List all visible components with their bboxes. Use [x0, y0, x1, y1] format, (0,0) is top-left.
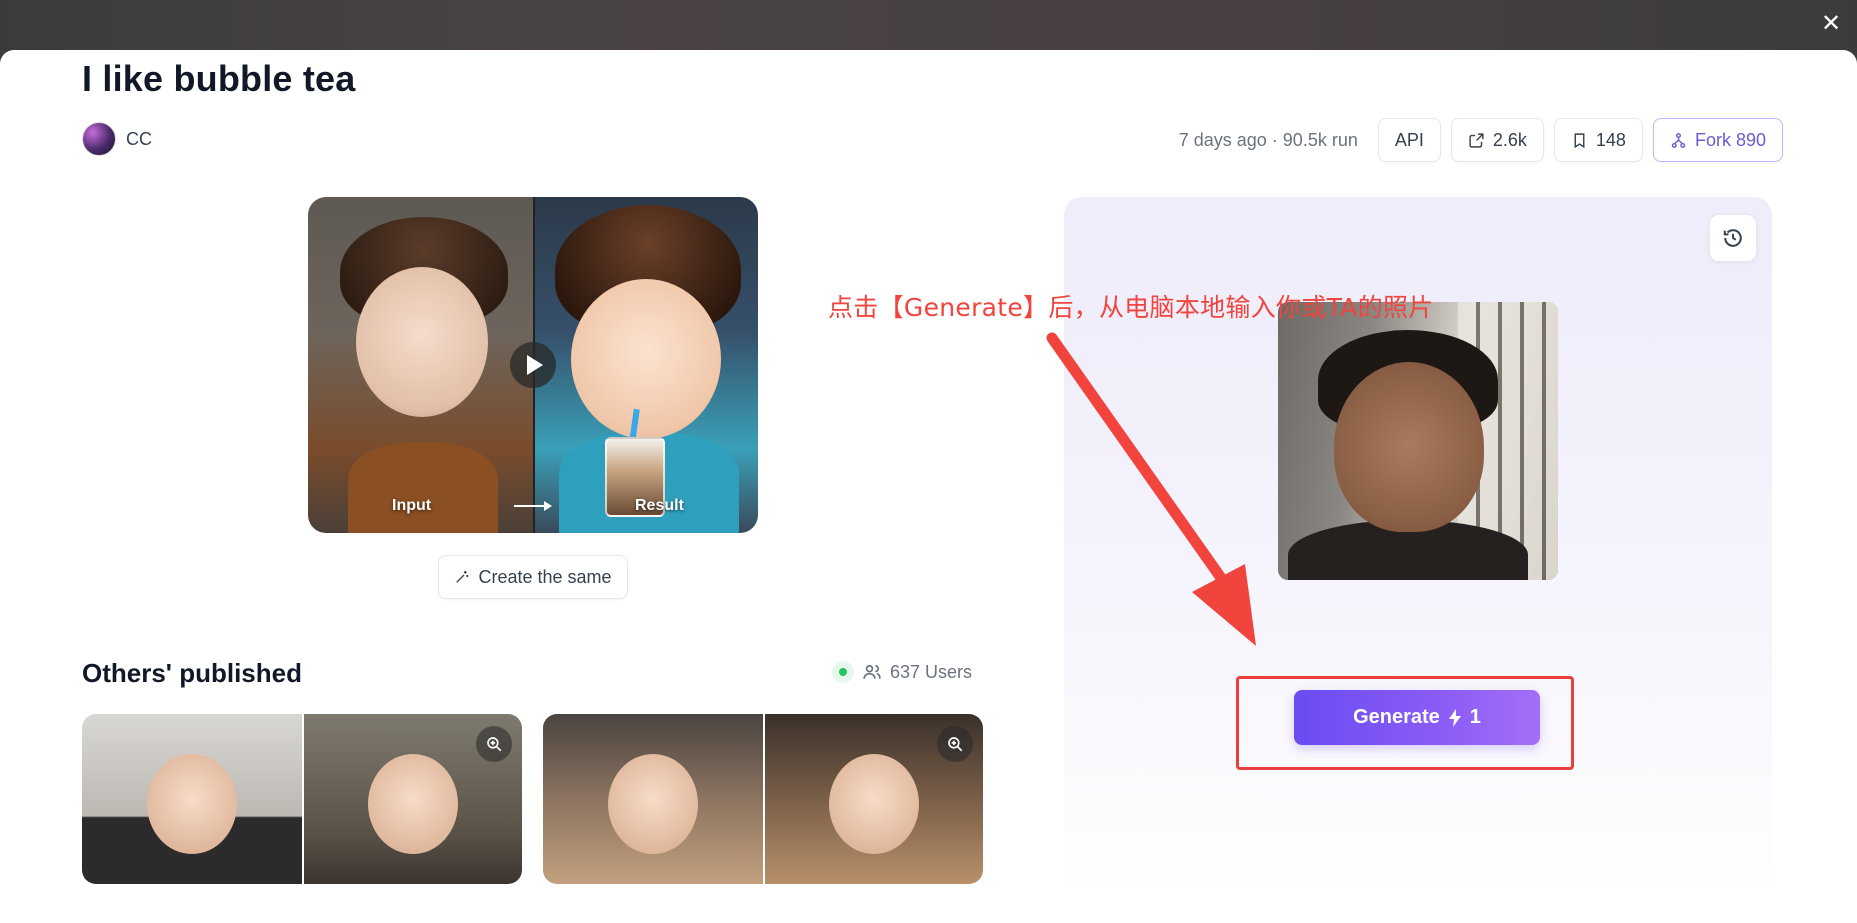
result-image: Result: [533, 197, 758, 533]
generate-button[interactable]: Generate 1: [1294, 690, 1540, 745]
lightning-icon: [1448, 708, 1461, 727]
meta-bar: 7 days ago · 90.5k run API 2.6k 148 Fork…: [1179, 118, 1783, 162]
bookmark-count: 148: [1595, 129, 1626, 150]
share-icon: [1469, 132, 1484, 148]
online-status-icon: [832, 661, 854, 683]
zoom-icon[interactable]: [937, 726, 973, 762]
input-image: Input: [308, 197, 552, 533]
example-preview[interactable]: Input Result: [308, 197, 758, 533]
create-the-same-label: Create the same: [478, 566, 612, 587]
generate-cost: 1: [1469, 706, 1481, 728]
magic-wand-icon: [456, 571, 469, 583]
play-icon[interactable]: [510, 342, 556, 388]
run-info: 7 days ago · 90.5k run: [1178, 129, 1358, 150]
share-count: 2.6k: [1492, 129, 1527, 150]
result-label: Result: [635, 497, 684, 514]
author-name[interactable]: CC: [126, 129, 152, 150]
arrow-right-icon: [514, 501, 552, 511]
page-title: I like bubble tea: [82, 58, 356, 99]
create-the-same-button[interactable]: Create the same: [438, 555, 628, 599]
generate-label: Generate: [1353, 706, 1440, 728]
bookmark-icon: [1574, 132, 1585, 148]
annotation-arrow-icon: [1046, 332, 1256, 646]
fork-icon: [1671, 132, 1686, 148]
fork-button[interactable]: Fork 890: [1652, 118, 1783, 162]
users-icon: [863, 664, 881, 679]
annotation-text: 点击【Generate】后，从电脑本地输入你或TA的照片: [828, 293, 1434, 322]
published-card[interactable]: [543, 714, 983, 884]
backdrop: [0, 0, 1857, 50]
close-icon[interactable]: ✕: [1819, 12, 1843, 36]
bookmark-button[interactable]: 148: [1553, 118, 1643, 162]
api-button[interactable]: API: [1377, 118, 1441, 162]
users-count: 637 Users: [832, 661, 972, 683]
share-button[interactable]: 2.6k: [1450, 118, 1544, 162]
history-icon: [1723, 229, 1742, 247]
others-published-title: Others' published: [82, 658, 302, 688]
input-label: Input: [392, 497, 432, 514]
api-label: API: [1394, 129, 1424, 150]
avatar[interactable]: [82, 122, 116, 156]
zoom-icon[interactable]: [476, 726, 512, 762]
fork-label: Fork 890: [1694, 129, 1766, 150]
uploaded-photo[interactable]: [1278, 302, 1558, 580]
published-card[interactable]: [82, 714, 522, 884]
users-count-label: 637 Users: [890, 661, 973, 682]
history-button[interactable]: [1709, 214, 1757, 262]
author[interactable]: CC: [82, 122, 152, 156]
